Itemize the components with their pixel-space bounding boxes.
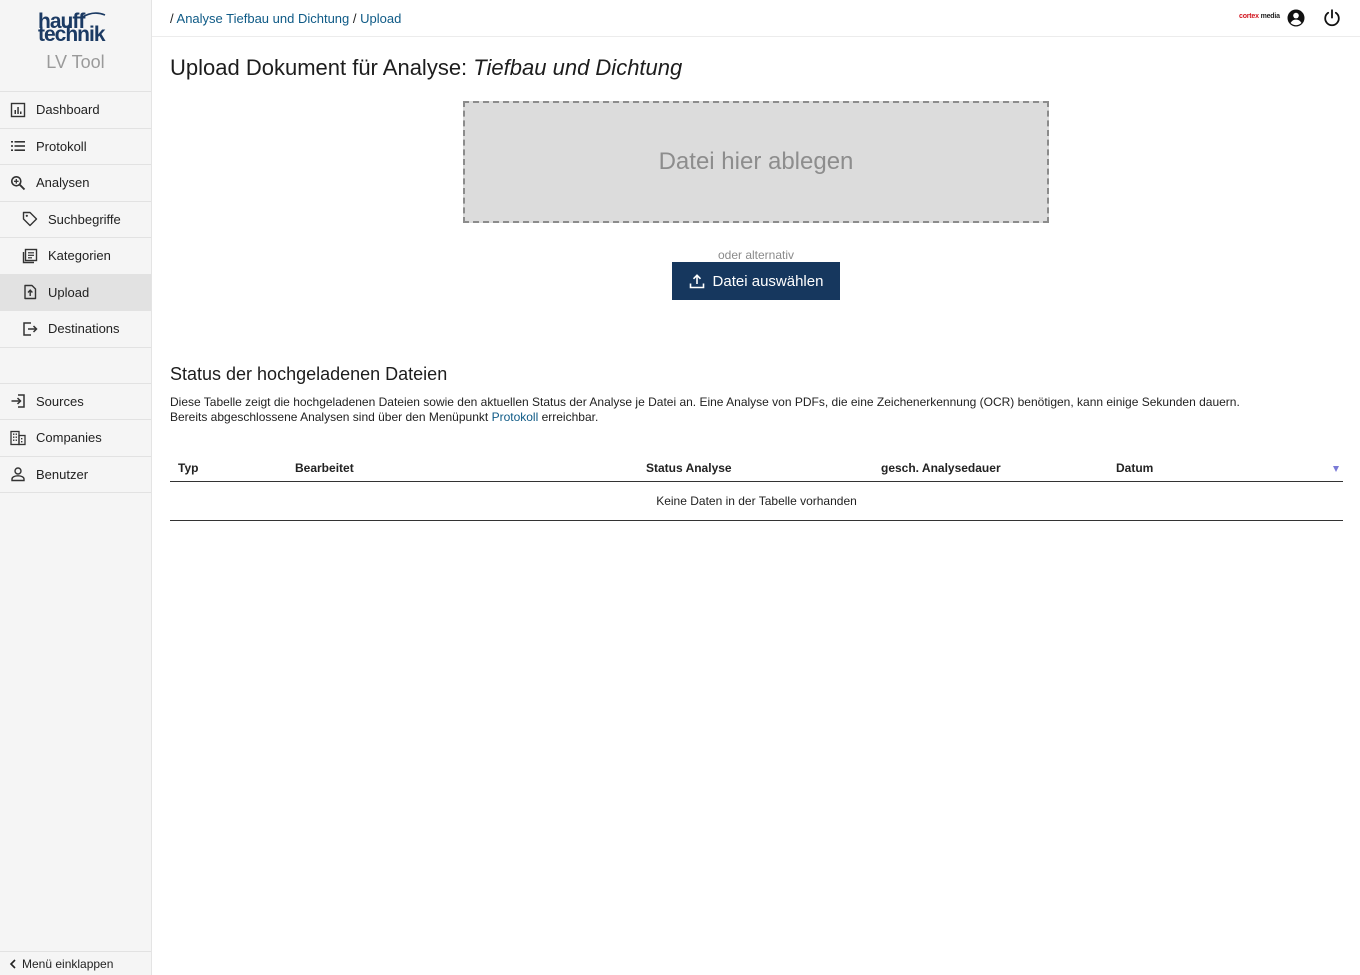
column-header-dauer[interactable]: gesch. Analysedauer (881, 461, 1001, 475)
app-subtitle: LV Tool (46, 52, 105, 72)
sidebar: hauff technik LV Tool Dashboard Protokol… (0, 0, 152, 975)
partner-logo: cortex media (1239, 13, 1280, 20)
logo-swoosh-icon (80, 12, 106, 19)
sidebar-item-label: Upload (48, 284, 90, 300)
upload-icon (689, 274, 704, 289)
topbar: / Analyse Tiefbau und Dichtung / Upload … (152, 0, 1360, 37)
upload-file-icon (24, 285, 37, 300)
sidebar-item-companies[interactable]: Companies (0, 420, 151, 457)
logo[interactable]: hauff technik LV Tool (0, 0, 151, 92)
protokoll-link[interactable]: Protokoll (492, 410, 539, 424)
status-description: Diese Tabelle zeigt die hochgeladenen Da… (170, 395, 1343, 425)
sidebar-item-label: Analysen (36, 175, 90, 191)
sidebar-item-label: Dashboard (36, 102, 100, 118)
page-title-analysis: Tiefbau und Dichtung (473, 55, 683, 80)
sidebar-item-label: Benutzer (36, 466, 89, 482)
breadcrumb-separator: / (170, 11, 174, 26)
sidebar-item-label: Sources (36, 393, 84, 409)
column-header-typ[interactable]: Typ (178, 461, 198, 475)
file-dropzone[interactable]: Datei hier ablegen (463, 101, 1049, 223)
breadcrumb-separator: / (352, 11, 357, 26)
sidebar-item-label: Kategorien (48, 248, 111, 264)
page-title-prefix: Upload Dokument für Analyse: (170, 55, 468, 80)
table-empty-row: Keine Daten in der Tabelle vorhanden (170, 482, 1343, 521)
sort-descending-icon[interactable] (1333, 466, 1339, 472)
breadcrumb: / Analyse Tiefbau und Dichtung / Upload (170, 11, 401, 26)
list-icon (11, 141, 25, 152)
document-list-icon (22, 248, 38, 263)
status-section-title: Status der hochgeladenen Dateien (170, 364, 448, 384)
logo-word-2: technik (38, 23, 106, 46)
user-icon (11, 467, 25, 482)
sidebar-item-dashboard[interactable]: Dashboard (0, 92, 151, 129)
uploads-table: Typ Bearbeitet Status Analyse gesch. Ana… (170, 455, 1343, 521)
page-title: Upload Dokument für Analyse: Tiefbau und… (170, 55, 682, 81)
sidebar-item-protokoll[interactable]: Protokoll (0, 129, 151, 165)
sidebar-item-analysen[interactable]: Analysen (0, 165, 151, 202)
breadcrumb-analyse[interactable]: Analyse Tiefbau und Dichtung (177, 11, 350, 26)
alternative-label: oder alternativ (717, 248, 795, 262)
collapse-menu-label: Menü einklappen (22, 956, 114, 971)
table-empty-text: Keine Daten in der Tabelle vorhanden (656, 494, 857, 508)
sidebar-item-kategorien[interactable]: Kategorien (0, 238, 151, 275)
sidebar-item-benutzer[interactable]: Benutzer (0, 457, 151, 493)
partner-logo-part1: cortex (1239, 13, 1259, 20)
sidebar-item-label: Suchbegriffe (48, 211, 121, 227)
dropzone-label: Datei hier ablegen (658, 148, 854, 175)
column-header-status[interactable]: Status Analyse (646, 461, 732, 475)
select-file-button[interactable]: Datei auswählen (672, 262, 840, 300)
tag-icon (22, 212, 38, 227)
select-file-label: Datei auswählen (712, 272, 824, 290)
collapse-menu-button[interactable]: Menü einklappen (0, 951, 151, 975)
sidebar-item-upload[interactable]: Upload (0, 274, 151, 311)
sidebar-item-label: Companies (36, 430, 102, 446)
column-header-bearbeitet[interactable]: Bearbeitet (295, 461, 354, 475)
chevron-left-icon (9, 958, 16, 969)
chart-icon (10, 102, 26, 117)
status-description-line1: Diese Tabelle zeigt die hochgeladenen Da… (170, 395, 1240, 409)
search-icon (11, 175, 26, 190)
sidebar-item-suchbegriffe[interactable]: Suchbegriffe (0, 202, 151, 238)
sidebar-item-label: Destinations (48, 321, 120, 337)
table-header: Typ Bearbeitet Status Analyse gesch. Ana… (170, 455, 1343, 482)
sidebar-spacer (0, 348, 151, 384)
login-icon (11, 394, 25, 408)
status-description-line2-pre: Bereits abgeschlossene Analysen sind übe… (170, 410, 489, 424)
sidebar-item-sources[interactable]: Sources (0, 384, 151, 420)
partner-logo-part2: media (1260, 13, 1280, 20)
building-icon (10, 430, 26, 445)
sidebar-item-label: Protokoll (36, 138, 87, 154)
logout-icon (23, 322, 38, 336)
column-header-datum[interactable]: Datum (1116, 461, 1153, 475)
power-icon[interactable] (1322, 8, 1342, 28)
account-circle-icon[interactable] (1286, 8, 1306, 28)
status-description-line2-post: erreichbar. (541, 410, 599, 424)
sidebar-item-destinations[interactable]: Destinations (0, 311, 151, 348)
breadcrumb-upload[interactable]: Upload (360, 11, 401, 26)
